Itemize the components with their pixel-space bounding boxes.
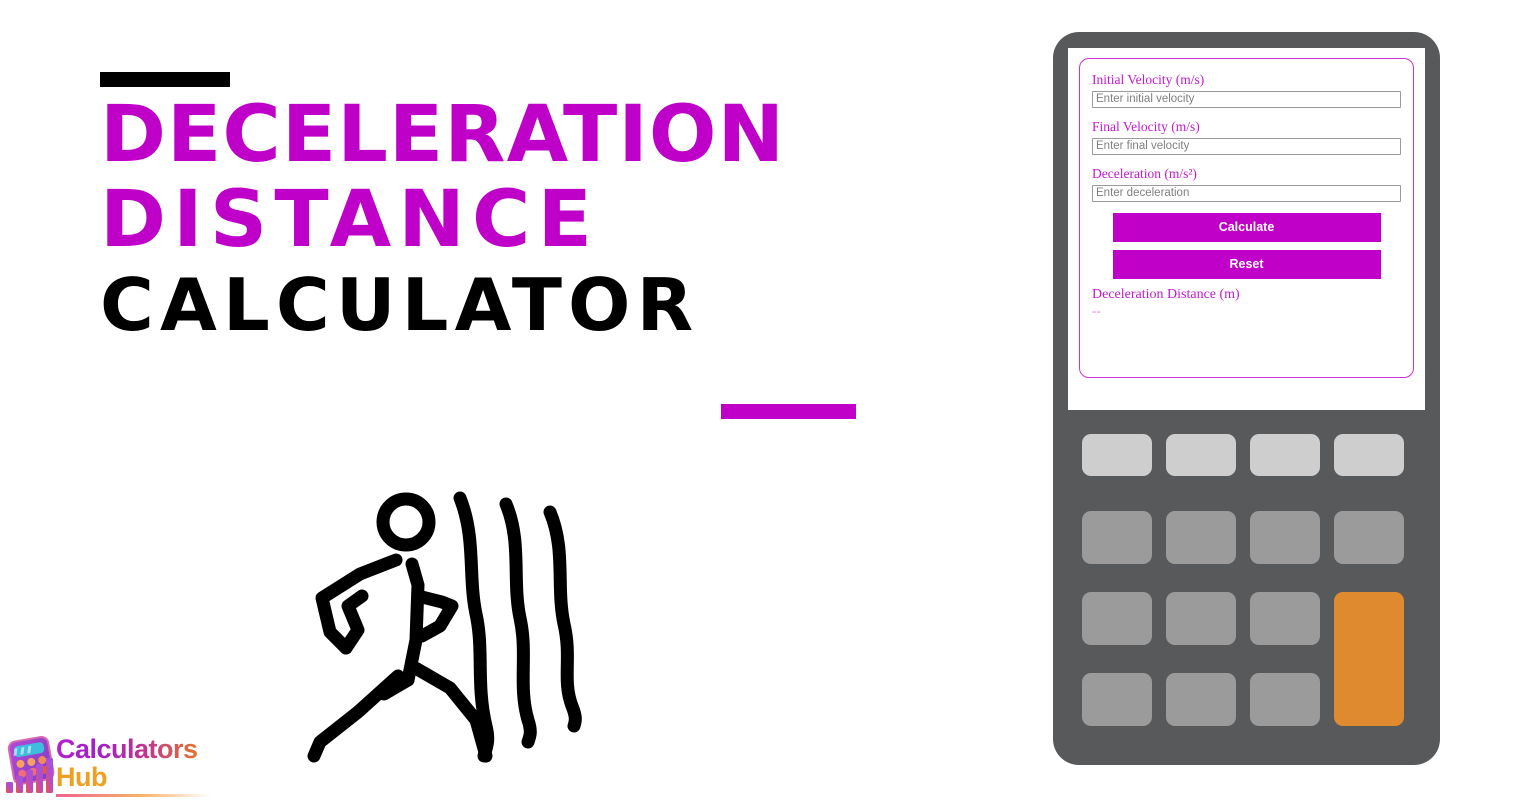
deceleration-input[interactable] [1092,184,1401,202]
logo-word-calculators: Calculators [56,734,198,764]
title-line-deceleration: DECELERATION [100,90,786,180]
keypad-key[interactable] [1334,511,1404,564]
logo-word-hub: Hub [56,762,107,792]
field-group-initial-velocity: Initial Velocity (m/s) [1092,72,1401,108]
keypad-key[interactable] [1166,673,1236,726]
keypad-key[interactable] [1082,673,1152,726]
label-final-velocity: Final Velocity (m/s) [1092,118,1200,134]
calculator-form-card: Initial Velocity (m/s) Final Velocity (m… [1079,58,1414,378]
keypad-key[interactable] [1334,434,1404,476]
calculator-screen: Initial Velocity (m/s) Final Velocity (m… [1068,48,1425,410]
running-person-motion-icon [307,491,582,763]
title-top-rule [100,72,230,87]
title-line-calculator: CALCULATOR [100,262,700,347]
field-group-deceleration: Deceleration (m/s²) [1092,166,1401,202]
calculator-device: Initial Velocity (m/s) Final Velocity (m… [1053,32,1440,765]
keypad-key[interactable] [1250,673,1320,726]
result-label: Deceleration Distance (m) [1092,286,1240,302]
brand-logo[interactable]: Calculators Hub [4,736,214,797]
calculate-button[interactable]: Calculate [1112,212,1381,242]
title-bottom-rule [721,404,856,419]
keypad-key[interactable] [1082,511,1152,564]
calculator-keypad [1082,434,1412,732]
logo-underline [56,794,211,797]
logo-wordmark: Calculators Hub [56,736,198,791]
keypad-key[interactable] [1166,511,1236,564]
keypad-key[interactable] [1166,592,1236,645]
field-group-final-velocity: Final Velocity (m/s) [1092,119,1401,155]
title-line-distance: DISTANCE [100,175,600,266]
label-initial-velocity: Initial Velocity (m/s) [1092,72,1205,87]
reset-button[interactable]: Reset [1112,249,1381,279]
keypad-key[interactable] [1250,511,1320,564]
keypad-key[interactable] [1250,592,1320,645]
keypad-key[interactable] [1082,434,1152,476]
keypad-key[interactable] [1166,434,1236,476]
hero-panel: DECELERATION DISTANCE CALCULATOR Calcula… [0,0,1040,800]
keypad-key[interactable] [1250,434,1320,476]
calculator-bar-chart-logo-icon [6,736,55,793]
label-deceleration: Deceleration (m/s²) [1092,165,1197,181]
keypad-key[interactable] [1082,592,1152,645]
page-title: DECELERATION DISTANCE CALCULATOR [100,72,900,340]
result-value: -- [1092,303,1101,319]
final-velocity-input[interactable] [1092,137,1401,155]
keypad-key-equals[interactable] [1334,592,1404,726]
initial-velocity-input[interactable] [1092,90,1401,108]
